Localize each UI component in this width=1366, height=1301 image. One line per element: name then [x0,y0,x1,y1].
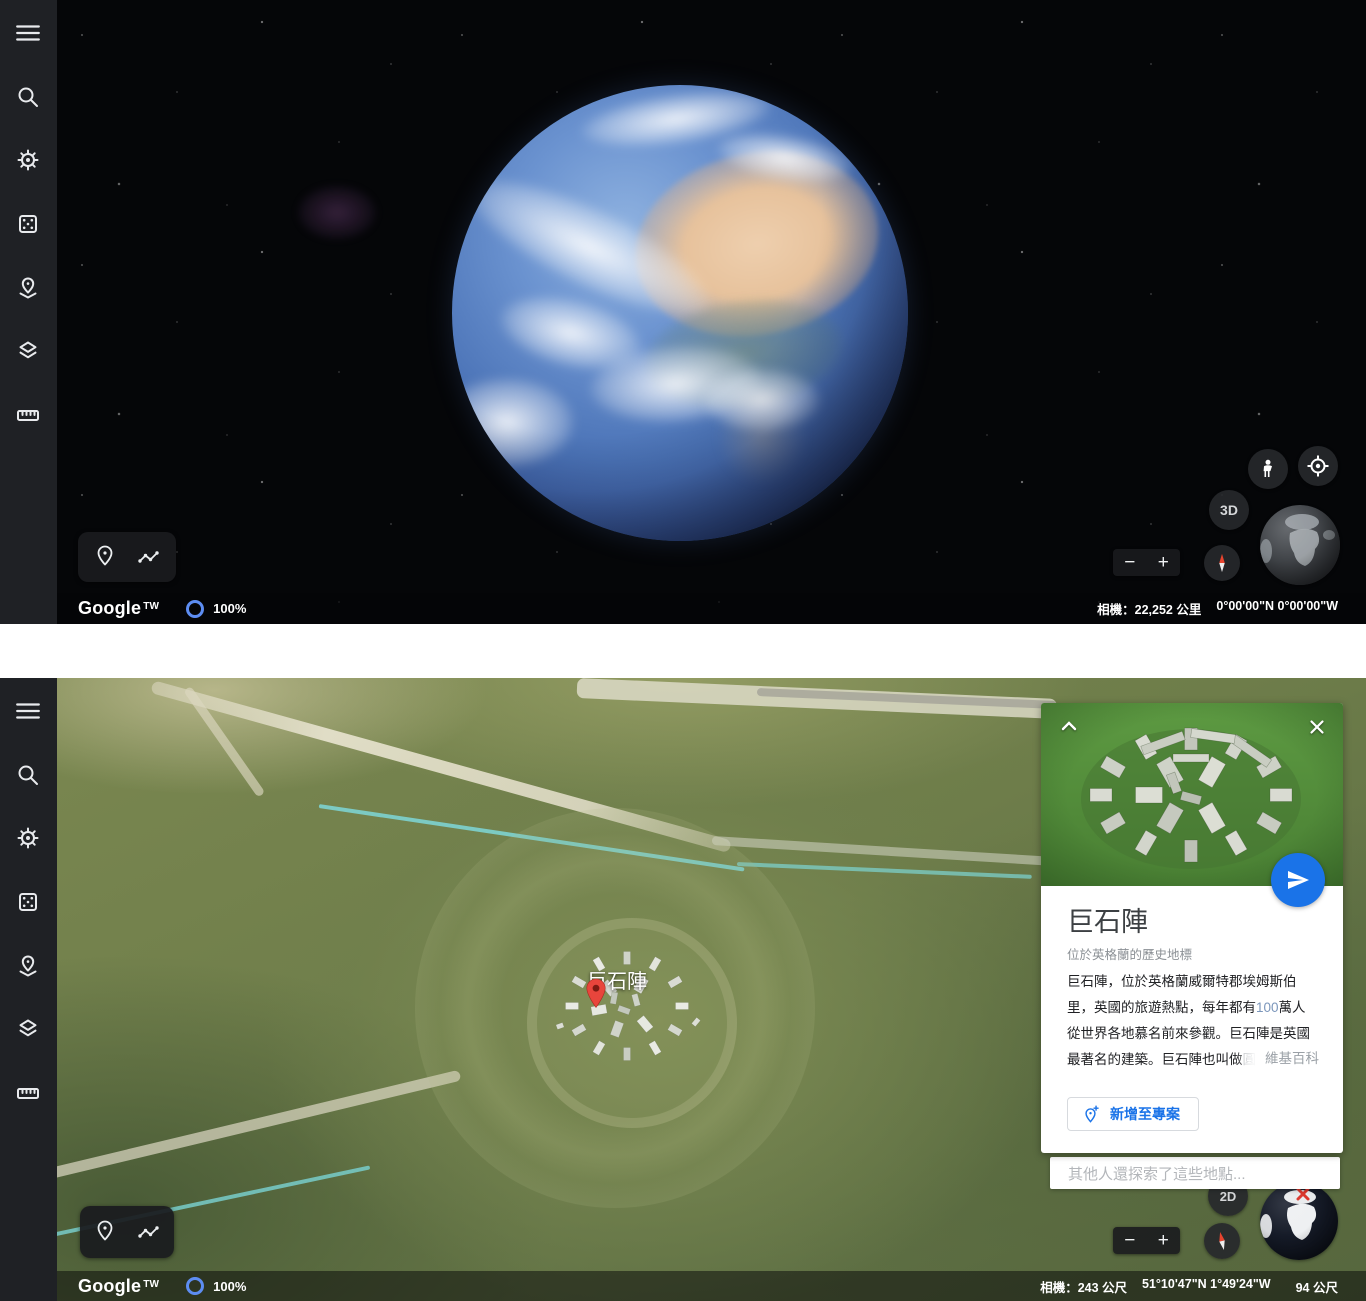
imagery-progress-ring [186,600,204,618]
placemark-tool-icon[interactable] [93,544,117,570]
add-location-icon [1081,1105,1100,1124]
zoom-control: − + [1113,1227,1180,1254]
voyager-icon [16,826,40,850]
voyager-icon [16,148,40,172]
camera-coordinates: 0°00'00"N 0°00'00"W [1216,599,1338,618]
map-style-button[interactable] [8,1009,48,1049]
add-to-project-button[interactable]: 新增至專案 [1067,1097,1199,1131]
camera-coordinates: 51°10'47"N 1°49'24"W [1142,1277,1271,1296]
place-title: 巨石陣 [1067,900,1148,939]
pegman-icon [1256,457,1280,481]
sidebar [0,678,57,1301]
feeling-lucky-button[interactable] [8,204,48,244]
close-card-button[interactable] [1303,713,1331,741]
path-tool-icon[interactable] [137,1221,161,1243]
feeling-lucky-icon [16,890,40,914]
google-earth-window-space: − + 3D GoogleTW 100% [0,0,1366,624]
google-earth-window-stonehenge: 巨石陣 2D − + [0,678,1366,1301]
terrain-elevation: 94 公尺 [1296,1277,1338,1296]
camera-status: 相機：243 公尺 51°10'47"N 1°49'24"W 94 公尺 [1040,1277,1338,1296]
google-logo: GoogleTW [78,598,159,619]
overview-globe-icon [1260,505,1340,585]
voyager-button[interactable] [8,818,48,858]
measure-icon [15,403,41,427]
compass-button[interactable] [1204,545,1240,581]
nebula-smudge [297,185,377,240]
wikipedia-source-link[interactable]: 維基百科 [1235,1046,1319,1072]
overview-globe-icon [1260,1182,1338,1260]
earth-space-map[interactable]: − + 3D GoogleTW 100% [57,0,1366,624]
collapse-card-button[interactable] [1055,713,1083,741]
compass-button[interactable] [1204,1223,1240,1259]
placemarks-icon [16,276,40,300]
feeling-lucky-button[interactable] [8,882,48,922]
menu-button[interactable] [8,691,48,731]
status-bar: GoogleTW 100% 相機：22,252 公里 0°00'00"N 0°0… [57,593,1366,624]
3d-toggle-button[interactable]: 3D [1209,490,1249,530]
zoom-in-button[interactable]: + [1147,1227,1181,1254]
placemarks-icon [16,954,40,978]
voyager-button[interactable] [8,140,48,180]
place-info-card: 巨石陣 位於英格蘭的歷史地標 巨石陣，位於英格蘭威爾特郡埃姆斯伯里，英國的旅遊熱… [1041,703,1343,1153]
imagery-progress-ring [186,1277,204,1295]
highlight-number: 100 [1256,1000,1279,1015]
menu-icon [15,700,41,722]
map-pin-icon[interactable] [585,978,607,1010]
send-icon [1286,868,1310,892]
compass-icon [1209,1227,1236,1255]
explore-suggestions-bar[interactable]: 其他人還探索了這些地點... [1050,1157,1340,1189]
menu-icon [15,22,41,44]
place-subtitle: 位於英格蘭的歷史地標 [1067,944,1192,963]
menu-button[interactable] [8,13,48,53]
earth-terminator-shadow [452,85,908,541]
fly-to-button[interactable] [1271,853,1325,907]
feeling-lucky-icon [16,212,40,236]
zoom-control: − + [1113,549,1180,576]
footpath-southwest [57,1070,461,1181]
stonehenge-aerial-map[interactable]: 巨石陣 2D − + [57,678,1366,1301]
annotation-toolbar [78,532,176,582]
my-location-icon [1305,453,1331,479]
pegman-button[interactable] [1248,449,1288,489]
placemark-tool-icon[interactable] [93,1219,117,1245]
my-location-button[interactable] [1298,446,1338,486]
chevron-up-icon [1057,715,1081,739]
camera-altitude: 相機：22,252 公里 [1097,599,1201,618]
zoom-out-button[interactable]: − [1113,549,1147,576]
map-style-button[interactable] [8,331,48,371]
current-location-cross [1298,1189,1308,1199]
sidebar [0,0,57,624]
search-button[interactable] [8,77,48,117]
search-icon [16,763,40,787]
placemarks-button[interactable] [8,946,48,986]
map-style-icon [16,1017,40,1041]
google-logo: GoogleTW [78,1276,159,1297]
status-bar: GoogleTW 100% 相機：243 公尺 51°10'47"N 1°49'… [57,1271,1366,1301]
measure-button[interactable] [8,395,48,435]
camera-status: 相機：22,252 公里 0°00'00"N 0°00'00"W [1097,599,1338,618]
camera-altitude: 相機：243 公尺 [1040,1277,1127,1296]
route-line-east [737,862,1032,878]
annotation-toolbar [80,1206,174,1258]
search-icon [16,85,40,109]
search-button[interactable] [8,755,48,795]
compass-icon [1211,551,1233,575]
imagery-progress-value: 100% [213,601,246,616]
overview-globe-button[interactable] [1260,1182,1338,1260]
path-tool-icon[interactable] [137,546,161,568]
measure-icon [15,1081,41,1105]
zoom-out-button[interactable]: − [1113,1227,1147,1254]
close-icon [1306,716,1328,738]
zoom-in-button[interactable]: + [1147,549,1181,576]
placemarks-button[interactable] [8,268,48,308]
imagery-progress-value: 100% [213,1279,246,1294]
stone-circle [544,930,710,1088]
overview-globe-button[interactable] [1260,505,1340,585]
page-gap [0,624,1366,678]
map-style-icon [16,339,40,363]
place-description: 巨石陣，位於英格蘭威爾特郡埃姆斯伯里，英國的旅遊熱點，每年都有100萬人從世界各… [1067,969,1319,1075]
measure-button[interactable] [8,1073,48,1113]
earth-globe [452,85,908,541]
